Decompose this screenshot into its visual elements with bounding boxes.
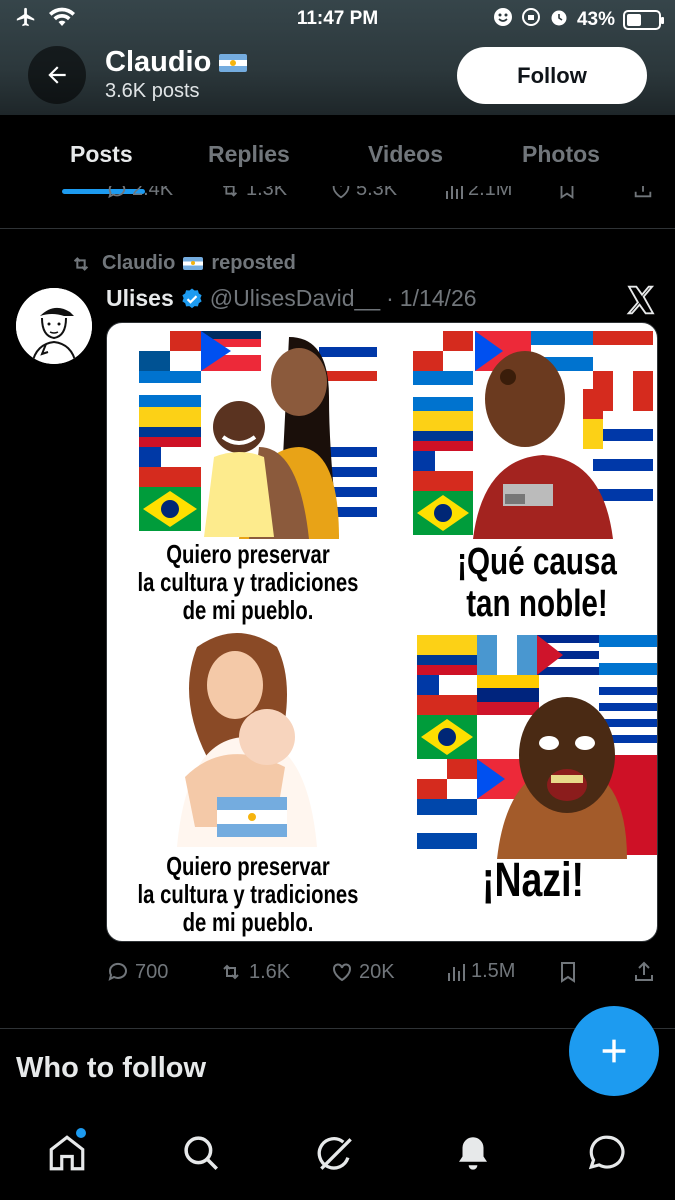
meme-panel-top-right	[413, 329, 653, 539]
caption-bottom-right-block: ¡Nazi!	[439, 857, 626, 905]
repost-icon	[73, 256, 89, 271]
like-icon	[332, 186, 350, 198]
home-unread-dot	[76, 1128, 86, 1138]
repost-icon	[222, 186, 238, 197]
caption-line: ¡Nazi!	[482, 854, 584, 907]
back-arrow-icon	[48, 66, 66, 84]
nav-search[interactable]	[180, 1132, 222, 1179]
profile-posts-count: 3.6K posts	[105, 80, 200, 102]
repost-icon	[223, 964, 239, 980]
author-name[interactable]: Ulises	[106, 285, 174, 312]
compose-button[interactable]	[569, 1006, 659, 1096]
nav-grok[interactable]	[314, 1132, 358, 1181]
orientation-lock-icon	[521, 7, 541, 33]
prev-like-button[interactable]: 5.3K	[330, 186, 397, 201]
tab-photos[interactable]: Photos	[522, 141, 600, 168]
post-actions: 700 1.6K 20K 1.5M	[0, 960, 675, 990]
home-icon	[49, 1135, 85, 1171]
focus-icon	[493, 7, 513, 33]
prev-repost-button[interactable]: 1.3K	[218, 186, 287, 201]
nav-messages[interactable]	[586, 1132, 628, 1179]
caption-bottom-left-block: Quiero preservar la cultura y tradicione…	[119, 853, 376, 935]
repost-indicator[interactable]: Claudio reposted	[68, 252, 296, 275]
share-button[interactable]	[632, 960, 656, 984]
post-header: Ulises @UlisesDavid__ · 1/14/26	[106, 285, 477, 312]
back-button[interactable]	[28, 46, 86, 104]
repost-button[interactable]: 1.6K	[218, 960, 290, 984]
reply-count: 700	[135, 960, 169, 983]
repost-name: Claudio	[102, 252, 176, 274]
previous-post-actions: 2.4K 1.3K 5.3K 2.1M	[0, 186, 675, 210]
prev-share-button[interactable]	[632, 186, 654, 200]
battery-percent: 43%	[576, 9, 615, 30]
profile-name-text: Claudio	[105, 46, 212, 78]
tab-videos[interactable]: Videos	[368, 141, 443, 168]
views-button[interactable]: 1.5M	[446, 960, 515, 983]
caption-line: tan noble!	[466, 583, 608, 625]
caption-top-left-block: Quiero preservar la cultura y tradicione…	[119, 541, 376, 623]
follow-button[interactable]: Follow	[457, 47, 647, 104]
like-button[interactable]: 20K	[330, 960, 395, 984]
tab-replies[interactable]: Replies	[208, 141, 290, 168]
tab-posts[interactable]: Posts	[70, 141, 133, 168]
meme-panel-bottom-right	[417, 635, 657, 859]
post-image[interactable]: Quiero preservar la cultura y tradicione…	[106, 322, 658, 942]
post-separator: ·	[386, 285, 394, 311]
reply-button[interactable]: 700	[106, 960, 168, 984]
argentina-flag-icon	[219, 53, 248, 72]
prev-reply-button[interactable]: 2.4K	[106, 186, 173, 201]
repost-count: 1.6K	[249, 960, 291, 983]
share-icon	[635, 961, 653, 981]
like-count: 20K	[359, 960, 395, 983]
author-handle[interactable]: @UlisesDavid__	[210, 285, 380, 312]
share-icon	[634, 186, 652, 198]
prev-views-count: 2.1M	[468, 186, 513, 200]
bookmark-button[interactable]	[556, 960, 580, 984]
author-avatar[interactable]	[16, 288, 92, 364]
caption-line: de mi pueblo.	[182, 907, 314, 937]
meme-panel-bottom-left	[157, 627, 337, 847]
who-to-follow-heading: Who to follow	[16, 1052, 207, 1084]
messages-icon	[588, 1135, 625, 1170]
argentina-flag-icon	[183, 257, 204, 270]
profile-tabs: Posts Replies Videos Photos	[0, 115, 675, 195]
bookmark-icon	[560, 186, 574, 199]
views-icon	[448, 963, 465, 981]
compose-plus-icon	[602, 1039, 626, 1063]
notifications-icon	[459, 1137, 487, 1170]
prev-repost-count: 1.3K	[246, 186, 288, 200]
post-divider	[0, 228, 675, 229]
status-bar: 11:47 PM 43%	[0, 0, 675, 38]
prev-like-count: 5.3K	[356, 186, 398, 200]
caption-line: la cultura y tradiciones	[137, 879, 359, 909]
like-icon	[333, 963, 351, 982]
bottom-navigation	[0, 1112, 675, 1200]
battery-icon	[623, 10, 664, 30]
caption-line: de mi pueblo.	[182, 595, 314, 625]
reply-icon	[108, 962, 127, 981]
meme-panel-top-left	[139, 327, 377, 539]
prev-views-button[interactable]: 2.1M	[444, 186, 512, 201]
caption-line: la cultura y tradiciones	[137, 567, 359, 597]
nav-notifications[interactable]	[452, 1132, 494, 1179]
alarm-icon	[549, 7, 569, 33]
prev-bookmark-button[interactable]	[556, 186, 578, 200]
bookmark-icon	[561, 962, 575, 983]
nav-home[interactable]	[46, 1132, 88, 1179]
x-logo-icon	[624, 284, 658, 321]
caption-line: ¡Qué causa	[457, 541, 617, 583]
profile-name: Claudio	[105, 46, 248, 79]
caption-line: Quiero preservar	[166, 851, 330, 881]
reply-icon	[108, 186, 126, 198]
prev-reply-count: 2.4K	[132, 186, 174, 200]
post-date[interactable]: 1/14/26	[400, 285, 477, 312]
views-icon	[446, 186, 463, 199]
repost-text: reposted	[211, 252, 296, 274]
grok-icon	[317, 1137, 352, 1170]
search-icon	[184, 1136, 218, 1170]
verified-badge-icon	[182, 288, 202, 308]
caption-top-right-block: ¡Qué causa tan noble!	[420, 543, 654, 623]
views-count: 1.5M	[471, 960, 516, 982]
caption-line: Quiero preservar	[166, 539, 330, 569]
